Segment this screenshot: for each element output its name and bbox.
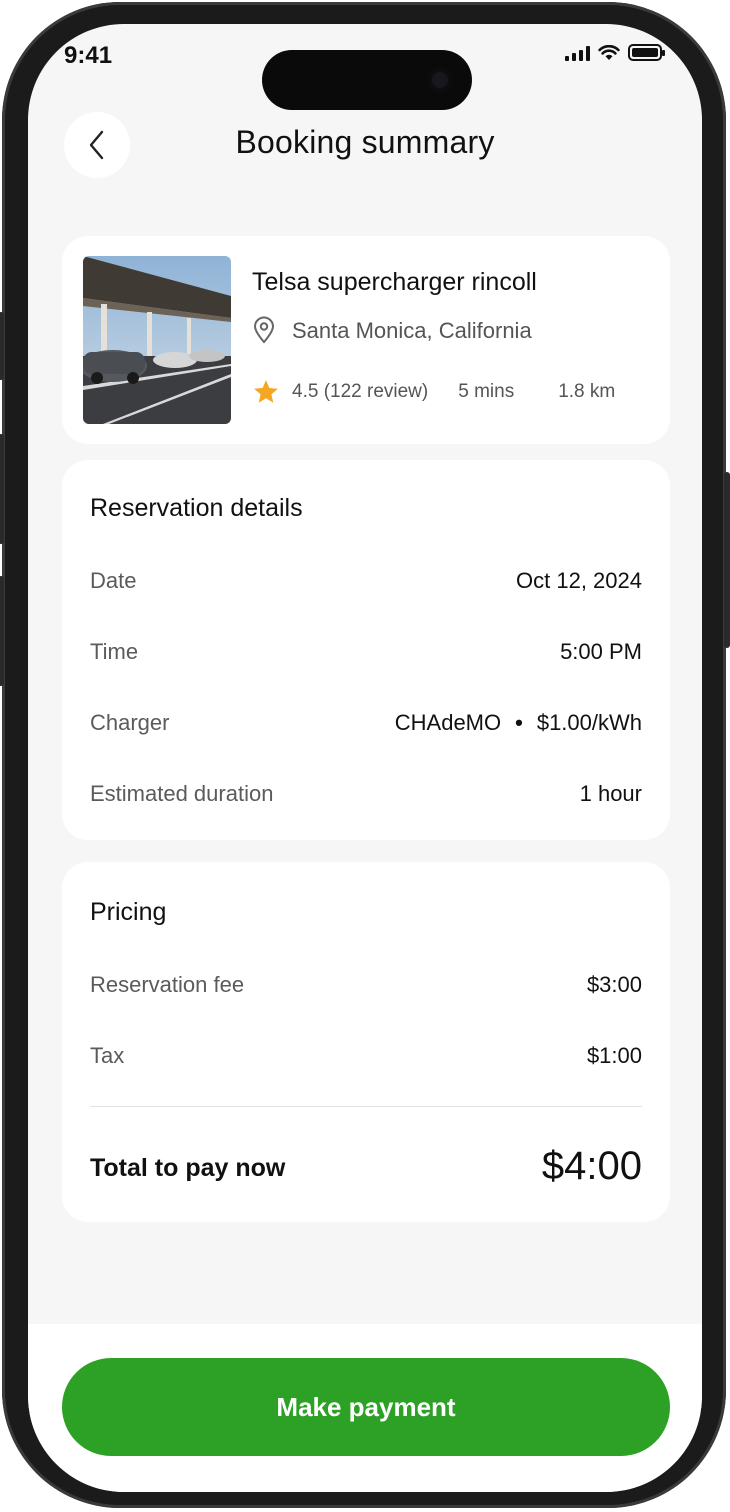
pricing-row-tax: Tax $1:00 xyxy=(90,1043,642,1069)
screen: 9:41 Booking summary Telsa supercharger … xyxy=(28,24,702,1492)
pricing-card: Pricing Reservation fee $3:00 Tax $1:00 … xyxy=(62,862,670,1222)
reservation-card: Reservation details Date Oct 12, 2024 Ti… xyxy=(62,460,670,840)
mute-switch xyxy=(0,312,4,380)
wifi-icon xyxy=(598,44,620,60)
page-title: Booking summary xyxy=(235,124,495,160)
row-value: $1:00 xyxy=(586,1043,642,1068)
front-camera xyxy=(428,68,452,92)
row-label: Tax xyxy=(90,1043,125,1068)
volume-up-button xyxy=(0,434,4,544)
row-label: Date xyxy=(90,568,137,593)
volume-down-button xyxy=(0,576,4,686)
station-photo xyxy=(83,256,231,424)
pricing-heading: Pricing xyxy=(90,898,167,926)
status-icons xyxy=(565,44,665,61)
star-icon xyxy=(254,380,278,403)
charger-type: CHAdeMO xyxy=(394,710,502,735)
reservation-row-date: Date Oct 12, 2024 xyxy=(90,568,642,594)
row-label: Time xyxy=(90,639,139,664)
status-time: 9:41 xyxy=(64,42,113,69)
station-name: Telsa supercharger rincoll xyxy=(252,268,537,296)
cellular-signal-icon xyxy=(565,45,590,61)
pricing-row-fee: Reservation fee $3:00 xyxy=(90,972,642,998)
reservation-heading: Reservation details xyxy=(90,494,303,522)
reservation-row-time: Time 5:00 PM xyxy=(90,639,642,665)
reservation-row-duration: Estimated duration 1 hour xyxy=(90,781,642,807)
row-value: Oct 12, 2024 xyxy=(516,568,642,593)
row-label: Reservation fee xyxy=(90,972,245,997)
station-card[interactable]: Telsa supercharger rincoll Santa Monica,… xyxy=(62,236,670,444)
row-label: Charger xyxy=(90,710,170,735)
divider xyxy=(90,1106,642,1107)
battery-icon xyxy=(628,44,665,61)
station-meta: 4.5 (122 review) 5 mins 1.8 km xyxy=(252,378,615,406)
row-label: Estimated duration xyxy=(90,781,274,806)
phone-frame: 9:41 Booking summary Telsa supercharger … xyxy=(0,2,730,1508)
total-label: Total to pay now xyxy=(90,1154,286,1182)
station-distance: 1.8 km xyxy=(558,381,616,402)
dynamic-island xyxy=(262,50,472,110)
separator-dot: • xyxy=(515,710,523,735)
power-button xyxy=(724,472,730,648)
row-value: $3:00 xyxy=(586,972,642,997)
row-value: CHAdeMO • $1.00/kWh xyxy=(395,710,642,736)
station-rating: 4.5 (122 review) xyxy=(292,381,429,402)
total-value: $4:00 xyxy=(541,1144,642,1188)
location-pin-icon xyxy=(253,316,275,344)
station-travel-time: 5 mins xyxy=(458,381,515,402)
row-value: 5:00 PM xyxy=(560,639,642,664)
station-location: Santa Monica, California xyxy=(292,318,532,343)
reservation-row-charger: Charger CHAdeMO • $1.00/kWh xyxy=(90,710,642,736)
row-value: 1 hour xyxy=(579,781,642,806)
make-payment-button[interactable]: Make payment xyxy=(62,1358,670,1456)
charger-rate: $1.00/kWh xyxy=(536,710,642,735)
